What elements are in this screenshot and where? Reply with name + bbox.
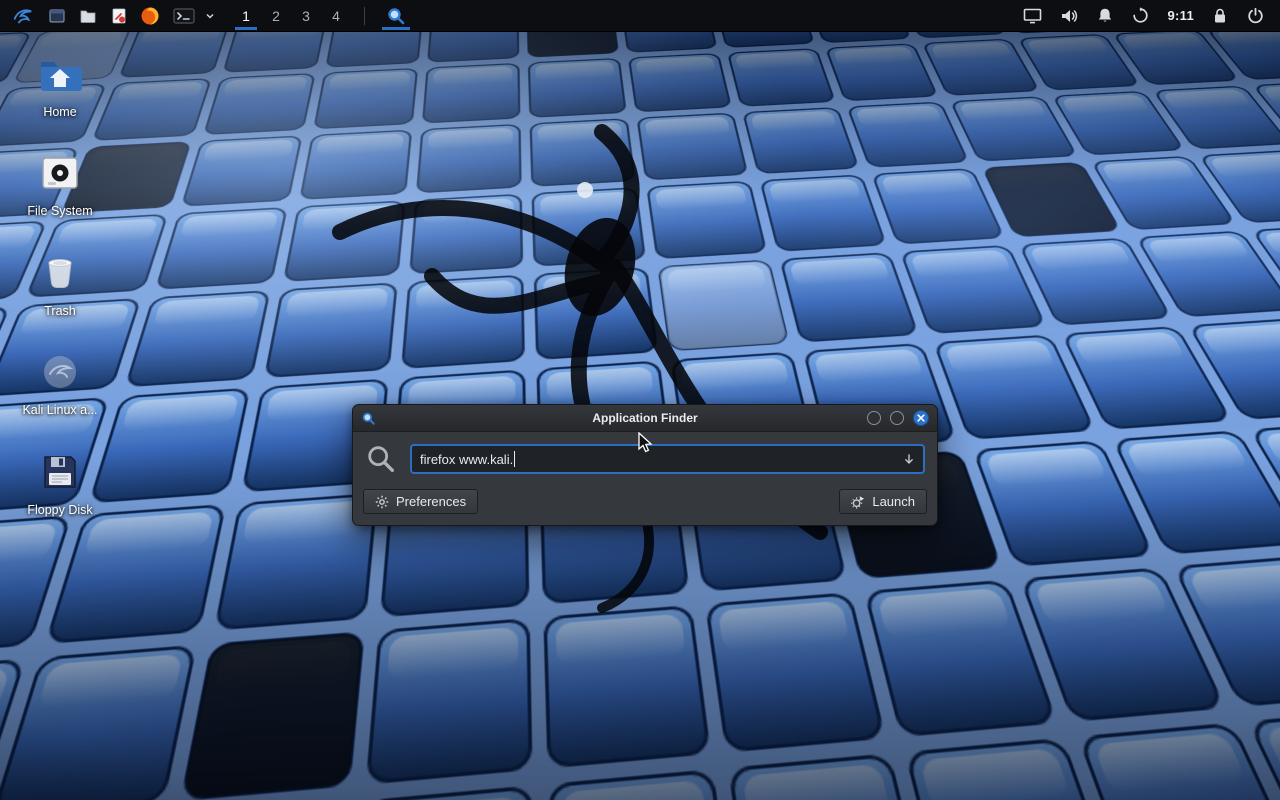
lock-icon — [1213, 7, 1227, 24]
floppy-disk-icon — [36, 448, 84, 496]
clock-text: 9:11 — [1167, 8, 1194, 23]
launch-label: Launch — [872, 494, 915, 509]
status-tray[interactable] — [1130, 1, 1150, 31]
desktop-icon-label: Home — [43, 105, 76, 119]
window-title: Application Finder — [353, 411, 937, 425]
launcher-window[interactable] — [42, 1, 72, 31]
kali-menu-button[interactable] — [8, 1, 38, 31]
desktop-icon-label: Trash — [44, 304, 76, 318]
gear-icon — [375, 495, 389, 509]
kali-logo-icon — [12, 5, 34, 27]
launcher-terminal[interactable] — [166, 1, 202, 31]
app-finder-icon — [386, 6, 406, 26]
power-icon — [1247, 7, 1264, 24]
titlebar[interactable]: Application Finder — [353, 405, 937, 432]
text-editor-icon — [110, 7, 128, 25]
button-row: Preferences Launch — [353, 483, 937, 525]
display-icon — [1023, 8, 1042, 24]
window-icon — [48, 7, 66, 25]
desktop-icon-kali-linux[interactable]: Kali Linux a... — [12, 348, 108, 417]
desktop[interactable]: Home File System Trash Kali L — [0, 32, 1280, 800]
search-row: firefox www.kali. — [353, 432, 937, 483]
launch-button[interactable]: Launch — [839, 489, 927, 514]
file-system-drive-icon — [36, 149, 84, 197]
launcher-group — [42, 1, 217, 31]
terminal-dropdown-button[interactable] — [203, 1, 217, 31]
taskbar-application-finder[interactable] — [378, 0, 414, 31]
file-manager-icon — [79, 7, 97, 25]
display-settings-tray[interactable] — [1021, 1, 1043, 31]
arrow-down-icon — [903, 453, 915, 466]
firefox-icon — [140, 6, 160, 26]
workspace-2[interactable]: 2 — [261, 0, 291, 31]
launcher-firefox[interactable] — [135, 1, 165, 31]
close-button[interactable] — [913, 410, 929, 426]
search-input-value: firefox www.kali. — [420, 452, 513, 467]
notifications-bell-icon — [1097, 7, 1113, 24]
workspace-3[interactable]: 3 — [291, 0, 321, 31]
terminal-icon — [173, 7, 195, 25]
kali-disc-icon — [36, 348, 84, 396]
desktop-icon-label: Floppy Disk — [27, 503, 92, 517]
preferences-button[interactable]: Preferences — [363, 489, 478, 514]
desktop-icon-file-system[interactable]: File System — [12, 149, 108, 218]
text-caret — [514, 451, 515, 467]
desktop-icon-floppy-disk[interactable]: Floppy Disk — [12, 448, 108, 517]
workspace-switcher: 1 2 3 4 — [231, 0, 351, 31]
notifications-tray[interactable] — [1095, 1, 1115, 31]
trash-icon — [36, 249, 84, 297]
workspace-1[interactable]: 1 — [231, 0, 261, 31]
history-dropdown[interactable] — [903, 453, 915, 466]
window-controls — [867, 410, 929, 426]
desktop-icon-label: File System — [27, 204, 92, 218]
home-folder-icon — [36, 50, 84, 98]
desktop-icon-list: Home File System Trash Kali L — [12, 50, 108, 517]
launcher-text-editor[interactable] — [104, 1, 134, 31]
search-input[interactable]: firefox www.kali. — [410, 444, 925, 474]
screen-lock-tray[interactable] — [1211, 1, 1229, 31]
status-update-icon — [1132, 7, 1149, 24]
application-finder-window: Application Finder firefox www.kali. — [352, 404, 938, 526]
desktop-icon-label: Kali Linux a... — [22, 403, 97, 417]
chevron-down-icon — [205, 11, 215, 21]
top-panel: 1 2 3 4 — [0, 0, 1280, 32]
volume-tray[interactable] — [1058, 1, 1080, 31]
preferences-label: Preferences — [396, 494, 466, 509]
maximize-button[interactable] — [890, 411, 904, 425]
desktop-icon-home[interactable]: Home — [12, 50, 108, 119]
minimize-button[interactable] — [867, 411, 881, 425]
volume-icon — [1060, 8, 1078, 24]
logout-button[interactable] — [1244, 1, 1266, 31]
panel-separator — [364, 7, 365, 25]
window-title-icon — [361, 411, 376, 426]
clock[interactable]: 9:11 — [1165, 1, 1196, 31]
search-icon — [365, 443, 397, 475]
system-tray: 9:11 — [1021, 1, 1272, 31]
close-icon — [917, 414, 925, 422]
desktop-icon-trash[interactable]: Trash — [12, 249, 108, 318]
launcher-file-manager[interactable] — [73, 1, 103, 31]
workspace-4[interactable]: 4 — [321, 0, 351, 31]
launch-icon — [851, 495, 865, 509]
